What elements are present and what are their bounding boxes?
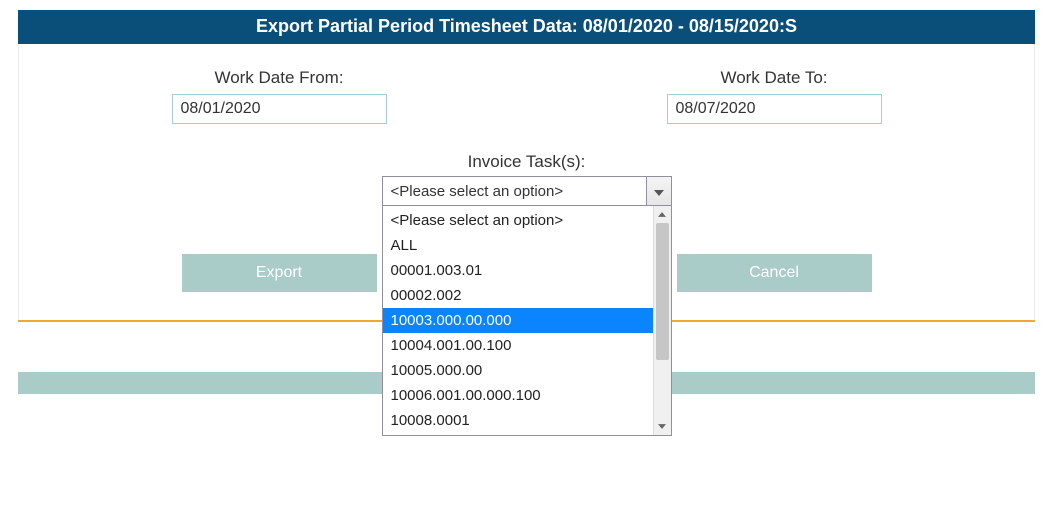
dropdown-list: <Please select an option>ALL00001.003.01… (383, 206, 653, 435)
scroll-track[interactable] (654, 223, 671, 418)
work-date-from-field: Work Date From: (172, 68, 387, 124)
work-date-from-input[interactable] (172, 94, 387, 124)
dropdown-option[interactable]: 10003.000.00.000 (383, 308, 653, 333)
modal-panel: Work Date From: Work Date To: Invoice Ta… (18, 44, 1035, 320)
invoice-task-dropdown: <Please select an option>ALL00001.003.01… (382, 205, 672, 436)
invoice-task-selected-value: <Please select an option> (383, 177, 646, 205)
dropdown-option[interactable]: 10006.001.00.000.100 (383, 383, 653, 408)
modal-title: Export Partial Period Timesheet Data: 08… (256, 16, 797, 36)
dropdown-option[interactable]: 10004.001.00.100 (383, 333, 653, 358)
dropdown-option[interactable]: 10008.0001 (383, 408, 653, 433)
invoice-task-select[interactable]: <Please select an option> (382, 176, 672, 206)
dropdown-scrollbar[interactable] (653, 206, 671, 435)
work-date-from-label: Work Date From: (214, 68, 343, 88)
chevron-down-icon (654, 183, 664, 200)
dropdown-option[interactable]: ALL (383, 233, 653, 258)
work-date-to-input[interactable] (667, 94, 882, 124)
dropdown-option[interactable]: 00001.003.01 (383, 258, 653, 283)
invoice-task-label: Invoice Task(s): (19, 152, 1034, 172)
scroll-thumb[interactable] (656, 223, 669, 360)
date-row: Work Date From: Work Date To: (19, 68, 1034, 124)
work-date-to-label: Work Date To: (720, 68, 827, 88)
scroll-down-arrow-icon[interactable] (654, 418, 671, 435)
dropdown-option[interactable]: <Please select an option> (383, 208, 653, 233)
cancel-button[interactable]: Cancel (677, 254, 872, 292)
invoice-task-section: Invoice Task(s): <Please select an optio… (19, 152, 1034, 206)
export-button[interactable]: Export (182, 254, 377, 292)
modal-header: Export Partial Period Timesheet Data: 08… (18, 10, 1035, 44)
work-date-to-field: Work Date To: (667, 68, 882, 124)
dropdown-option[interactable]: 00002.002 (383, 283, 653, 308)
dropdown-toggle-button[interactable] (646, 177, 671, 205)
dropdown-option[interactable]: 10005.000.00 (383, 358, 653, 383)
scroll-up-arrow-icon[interactable] (654, 206, 671, 223)
